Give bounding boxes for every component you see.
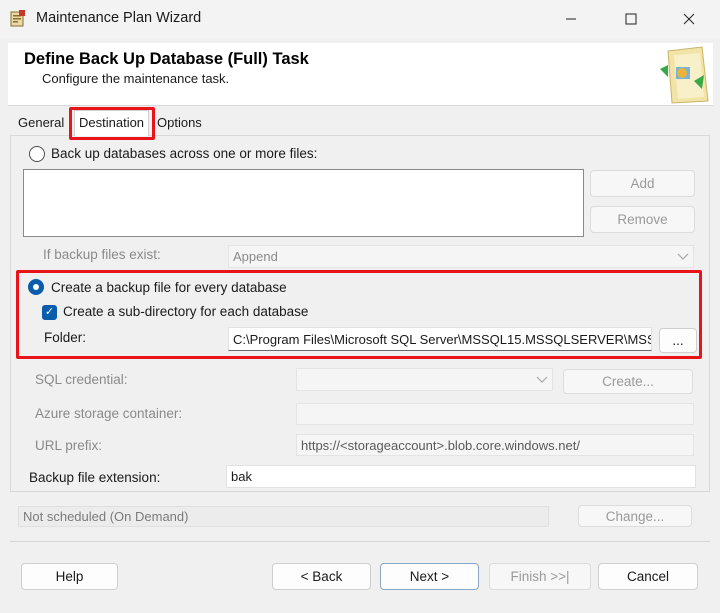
remove-button[interactable]: Remove bbox=[590, 206, 695, 233]
title-bar: Maintenance Plan Wizard bbox=[0, 0, 720, 38]
credential-select[interactable] bbox=[296, 368, 553, 391]
page-subtitle: Configure the maintenance task. bbox=[42, 71, 230, 86]
maximize-button[interactable] bbox=[608, 0, 654, 38]
finish-button[interactable]: Finish >>| bbox=[489, 563, 591, 590]
change-schedule-button[interactable]: Change... bbox=[578, 505, 692, 527]
close-button[interactable] bbox=[666, 0, 712, 38]
tab-options[interactable]: Options bbox=[153, 112, 206, 134]
credential-label: SQL credential: bbox=[35, 372, 128, 387]
add-button[interactable]: Add bbox=[590, 170, 695, 197]
maintenance-plan-icon bbox=[10, 10, 26, 27]
chevron-down-icon bbox=[536, 372, 548, 387]
window-title: Maintenance Plan Wizard bbox=[36, 10, 202, 26]
if-exist-value: Append bbox=[233, 249, 278, 264]
per-database-highlight bbox=[16, 270, 702, 359]
url-prefix-value: https://<storageaccount>.blob.core.windo… bbox=[301, 437, 580, 453]
files-listbox[interactable] bbox=[23, 169, 584, 237]
tab-general[interactable]: General bbox=[14, 112, 68, 134]
footer-divider bbox=[10, 541, 710, 542]
chevron-down-icon bbox=[677, 249, 689, 264]
destination-tab-highlight bbox=[69, 107, 155, 140]
url-prefix-input[interactable]: https://<storageaccount>.blob.core.windo… bbox=[296, 434, 694, 456]
page-title: Define Back Up Database (Full) Task bbox=[24, 50, 309, 68]
cancel-button[interactable]: Cancel bbox=[598, 563, 698, 590]
wizard-header: Define Back Up Database (Full) Task Conf… bbox=[8, 43, 713, 106]
across-files-label: Back up databases across one or more fil… bbox=[51, 146, 318, 161]
extension-value: bak bbox=[231, 469, 252, 484]
if-exist-label: If backup files exist: bbox=[43, 247, 161, 262]
across-files-radio[interactable] bbox=[29, 146, 45, 162]
schedule-status: Not scheduled (On Demand) bbox=[18, 506, 549, 527]
azure-container-input[interactable] bbox=[296, 403, 694, 425]
create-credential-button[interactable]: Create... bbox=[563, 369, 693, 394]
extension-input[interactable]: bak bbox=[226, 465, 696, 488]
wizard-banner-icon bbox=[654, 45, 712, 105]
schedule-status-text: Not scheduled (On Demand) bbox=[23, 509, 189, 524]
next-button[interactable]: Next > bbox=[380, 563, 479, 590]
url-prefix-label: URL prefix: bbox=[35, 438, 103, 453]
help-button[interactable]: Help bbox=[21, 563, 118, 590]
azure-label: Azure storage container: bbox=[35, 406, 183, 421]
minimize-button[interactable] bbox=[548, 0, 594, 38]
if-exist-select[interactable]: Append bbox=[228, 245, 694, 268]
extension-label: Backup file extension: bbox=[29, 470, 161, 485]
back-button[interactable]: < Back bbox=[272, 563, 371, 590]
